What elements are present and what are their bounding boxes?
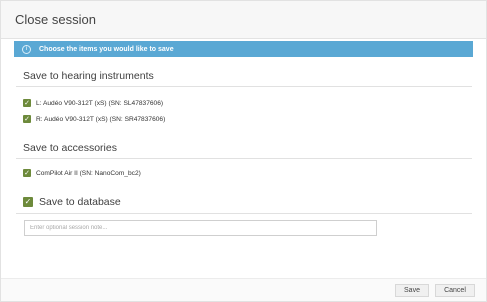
checkbox-checked-icon[interactable]: ✓ — [23, 99, 31, 107]
cancel-button[interactable]: Cancel — [435, 284, 475, 297]
checkbox-checked-icon[interactable]: ✓ — [23, 169, 31, 177]
hearing-item-left[interactable]: ✓ L: Audéo V90-312T (xS) (SN: SL47837606… — [23, 99, 163, 107]
hearing-item-left-label: L: Audéo V90-312T (xS) (SN: SL47837606) — [36, 99, 164, 107]
info-icon: i — [22, 44, 31, 54]
hearing-item-right-label: R: Audéo V90-312T (xS) (SN: SR47837606) — [36, 115, 166, 123]
checkbox-checked-icon[interactable]: ✓ — [23, 115, 31, 123]
accessories-heading: Save to accessories — [23, 142, 117, 154]
close-session-dialog: Close session i Choose the items you wou… — [0, 0, 487, 302]
info-banner: i Choose the items you would like to sav… — [14, 41, 473, 57]
checkbox-checked-icon[interactable]: ✓ — [23, 197, 33, 207]
accessory-item-label: ComPilot Air II (SN: NanoCom_bc2) — [36, 169, 141, 177]
hearing-instruments-heading: Save to hearing instruments — [23, 70, 154, 82]
info-banner-text: Choose the items you would like to save — [39, 45, 174, 53]
save-button[interactable]: Save — [395, 284, 429, 297]
dialog-footer: Save Cancel — [1, 278, 486, 301]
save-to-database-row[interactable]: ✓ Save to database — [23, 196, 121, 208]
accessory-item-compilot[interactable]: ✓ ComPilot Air II (SN: NanoCom_bc2) — [23, 169, 141, 177]
section-divider — [16, 158, 472, 159]
dialog-title: Close session — [15, 12, 96, 27]
session-note-input[interactable] — [24, 220, 377, 236]
section-divider — [16, 86, 472, 87]
hearing-item-right[interactable]: ✓ R: Audéo V90-312T (xS) (SN: SR47837606… — [23, 115, 165, 123]
dialog-title-bar: Close session — [1, 1, 486, 39]
save-to-database-label: Save to database — [39, 196, 121, 208]
section-divider — [16, 213, 472, 214]
